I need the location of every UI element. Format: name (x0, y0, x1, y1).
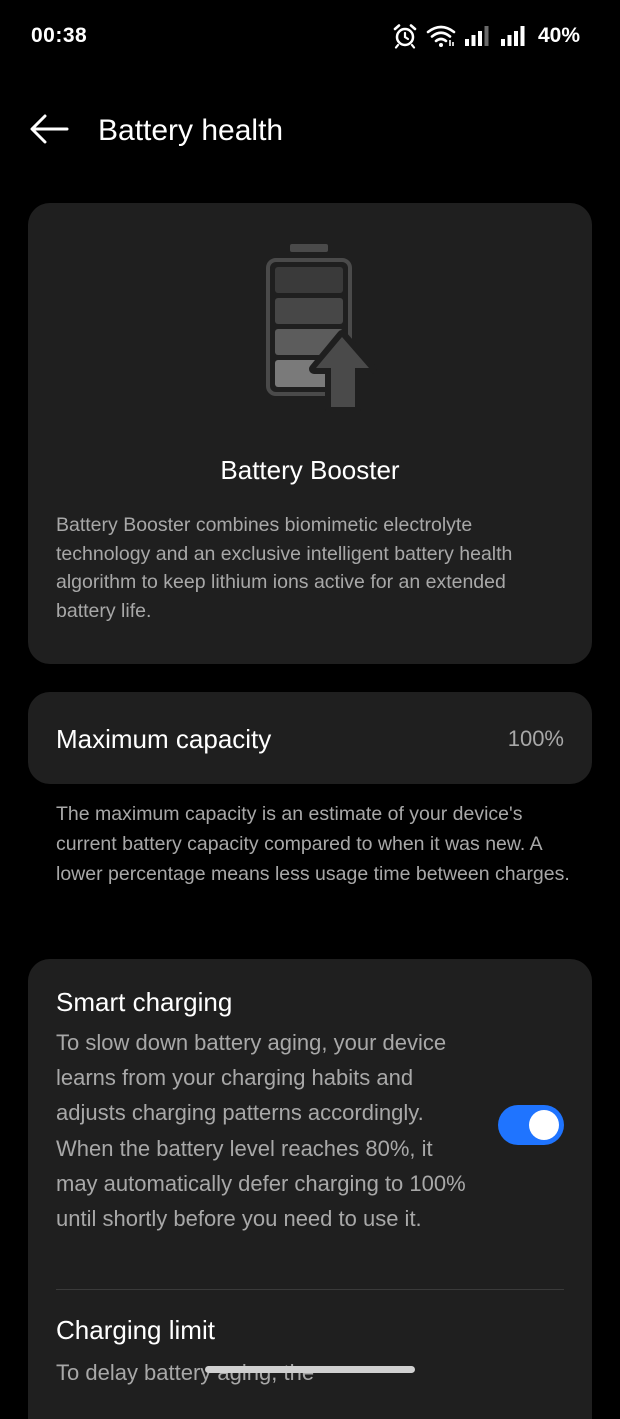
battery-booster-card: Battery Booster Battery Booster combines… (28, 203, 592, 664)
signal-icon (500, 25, 528, 47)
wifi-icon (426, 24, 456, 48)
booster-description: Battery Booster combines biomimetic elec… (56, 514, 513, 622)
signal-icon (464, 25, 492, 47)
page-title: Battery health (98, 114, 284, 147)
maximum-capacity-label: Maximum capacity (56, 724, 272, 754)
battery-boost-icon (260, 241, 380, 414)
app-bar: Battery health (0, 100, 620, 164)
smart-charging-title: Smart charging (56, 987, 233, 1017)
back-button[interactable] (26, 110, 72, 152)
charging-settings-card: Smart charging To slow down battery agin… (28, 959, 592, 1419)
status-bar: 00:38 40% (0, 0, 620, 72)
booster-title: Battery Booster (220, 455, 400, 485)
divider (56, 1289, 564, 1290)
maximum-capacity-card: Maximum capacity 100% (28, 692, 592, 784)
toggle-knob (529, 1110, 559, 1140)
smart-charging-description: To slow down battery aging, your device … (56, 1030, 466, 1232)
charging-limit-title[interactable]: Charging limit (56, 1315, 215, 1346)
status-time: 00:38 (31, 24, 88, 47)
status-icons: 40% (392, 22, 580, 50)
arrow-left-icon (29, 113, 69, 150)
alarm-icon (392, 23, 418, 49)
maximum-capacity-note: The maximum capacity is an estimate of y… (56, 803, 570, 885)
maximum-capacity-value: 100% (507, 726, 564, 751)
smart-charging-toggle[interactable] (498, 1105, 564, 1145)
home-indicator[interactable] (205, 1366, 415, 1373)
battery-percent: 40% (537, 24, 580, 47)
